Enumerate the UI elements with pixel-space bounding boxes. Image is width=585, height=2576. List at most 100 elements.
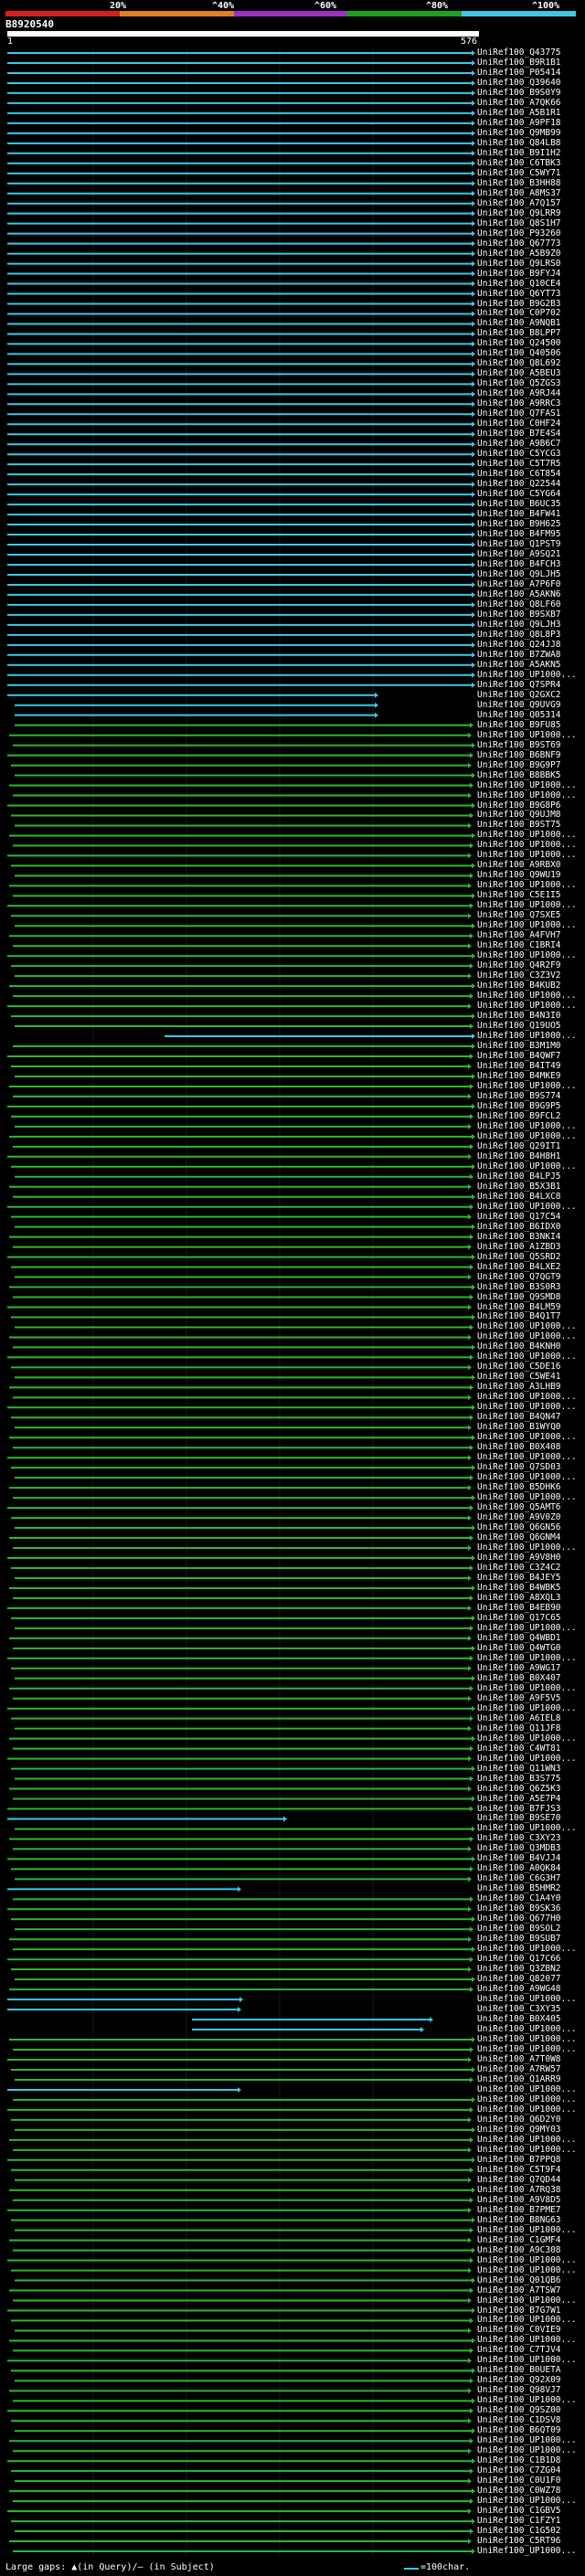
- hit-label[interactable]: UniRef100_B3NKI4: [477, 1232, 585, 1242]
- hit-label[interactable]: UniRef100_C5T9F4: [477, 2165, 585, 2175]
- hit-label[interactable]: UniRef100_Q4WBD1: [477, 1633, 585, 1643]
- hit-label[interactable]: UniRef100_A5AKN5: [477, 660, 585, 670]
- hit-label[interactable]: UniRef100_Q67773: [477, 239, 585, 249]
- hit-label[interactable]: UniRef100_B4H8H1: [477, 1151, 585, 1161]
- hit-label[interactable]: UniRef100_B5X3B1: [477, 1182, 585, 1192]
- hit-label[interactable]: UniRef100_Q1PST9: [477, 539, 585, 549]
- hit-label[interactable]: UniRef100_C1DSV8: [477, 2415, 585, 2425]
- hit-label[interactable]: UniRef100_B4WBK5: [477, 1583, 585, 1593]
- hit-label[interactable]: UniRef100_A7TSW7: [477, 2285, 585, 2295]
- hit-label[interactable]: UniRef100_A9RBX0: [477, 860, 585, 870]
- hit-label[interactable]: UniRef100_Q4R2F9: [477, 960, 585, 970]
- hit-label[interactable]: UniRef100_Q24JJ8: [477, 640, 585, 650]
- hit-label[interactable]: UniRef100_Q7SD03: [477, 1462, 585, 1472]
- hit-label[interactable]: UniRef100_UP1000...: [477, 1472, 585, 1482]
- hit-label[interactable]: UniRef100_B4FCH3: [477, 559, 585, 569]
- hit-label[interactable]: UniRef100_A9V8D5: [477, 2195, 585, 2205]
- hit-label[interactable]: UniRef100_A7P6F0: [477, 579, 585, 589]
- hit-label[interactable]: UniRef100_C6G3H7: [477, 1873, 585, 1883]
- hit-label[interactable]: UniRef100_UP1000...: [477, 950, 585, 960]
- hit-label[interactable]: UniRef100_B4KNH0: [477, 1341, 585, 1352]
- hit-label[interactable]: UniRef100_B4LXC8: [477, 1192, 585, 1202]
- hit-label[interactable]: UniRef100_UP1000...: [477, 1944, 585, 1954]
- hit-label[interactable]: UniRef100_A9NQB1: [477, 318, 585, 328]
- hit-label[interactable]: UniRef100_Q5ZGS3: [477, 378, 585, 388]
- hit-label[interactable]: UniRef100_Q7SXE5: [477, 910, 585, 920]
- hit-label[interactable]: UniRef100_B4IT49: [477, 1061, 585, 1071]
- hit-label[interactable]: UniRef100_UP1000...: [477, 1331, 585, 1341]
- hit-label[interactable]: UniRef100_Q3ZBN2: [477, 1964, 585, 1974]
- hit-label[interactable]: UniRef100_UP1000...: [477, 2546, 585, 2556]
- hit-label[interactable]: UniRef100_UP1000...: [477, 830, 585, 840]
- hit-label[interactable]: UniRef100_B0UETA: [477, 2365, 585, 2375]
- hit-label[interactable]: UniRef100_C0P702: [477, 308, 585, 318]
- hit-label[interactable]: UniRef100_A4FVH7: [477, 930, 585, 940]
- hit-label[interactable]: UniRef100_C1GMF4: [477, 2235, 585, 2245]
- hit-label[interactable]: UniRef100_UP1000...: [477, 991, 585, 1001]
- hit-label[interactable]: UniRef100_A9RRC3: [477, 398, 585, 408]
- hit-label[interactable]: UniRef100_B6IDX0: [477, 1222, 585, 1232]
- hit-label[interactable]: UniRef100_A5AKN6: [477, 589, 585, 599]
- hit-label[interactable]: UniRef100_UP1000...: [477, 2395, 585, 2405]
- hit-label[interactable]: UniRef100_Q8L692: [477, 358, 585, 368]
- hit-label[interactable]: UniRef100_A1ZBD3: [477, 1242, 585, 1252]
- hit-label[interactable]: UniRef100_A8MS37: [477, 188, 585, 198]
- hit-label[interactable]: UniRef100_B4MKE9: [477, 1071, 585, 1081]
- hit-label[interactable]: UniRef100_C5WE41: [477, 1372, 585, 1382]
- hit-label[interactable]: UniRef100_B4JEY5: [477, 1573, 585, 1583]
- hit-label[interactable]: UniRef100_UP1000...: [477, 780, 585, 790]
- hit-label[interactable]: UniRef100_B4LXE2: [477, 1262, 585, 1272]
- hit-label[interactable]: UniRef100_C5YG64: [477, 489, 585, 499]
- hit-label[interactable]: UniRef100_C6TBK3: [477, 158, 585, 168]
- hit-label[interactable]: UniRef100_B0X405: [477, 2014, 585, 2024]
- hit-label[interactable]: UniRef100_UP1000...: [477, 900, 585, 910]
- hit-label[interactable]: UniRef100_UP1000...: [477, 2496, 585, 2506]
- hit-label[interactable]: UniRef100_UP1000...: [477, 1703, 585, 1713]
- hit-label[interactable]: UniRef100_B9SXB7: [477, 610, 585, 620]
- hit-label[interactable]: UniRef100_Q11WN3: [477, 1764, 585, 1774]
- hit-label[interactable]: UniRef100_B4LPJ5: [477, 1171, 585, 1182]
- hit-label[interactable]: UniRef100_Q9UJM8: [477, 810, 585, 820]
- hit-label[interactable]: UniRef100_UP1000...: [477, 2145, 585, 2155]
- hit-label[interactable]: UniRef100_C7TJV4: [477, 2345, 585, 2355]
- hit-label[interactable]: UniRef100_B4QWF7: [477, 1051, 585, 1061]
- hit-label[interactable]: UniRef100_B9G9P7: [477, 760, 585, 770]
- hit-label[interactable]: UniRef100_A5E7P4: [477, 1794, 585, 1804]
- hit-label[interactable]: UniRef100_Q1ARR9: [477, 2074, 585, 2084]
- hit-label[interactable]: UniRef100_Q8LF60: [477, 599, 585, 610]
- hit-label[interactable]: UniRef100_UP1000...: [477, 1623, 585, 1633]
- hit-label[interactable]: UniRef100_B9G2B3: [477, 299, 585, 309]
- hit-label[interactable]: UniRef100_B7E4S4: [477, 429, 585, 439]
- hit-label[interactable]: UniRef100_Q9LRR9: [477, 208, 585, 218]
- hit-label[interactable]: UniRef100_A9V0Z0: [477, 1512, 585, 1522]
- hit-label[interactable]: UniRef100_UP1000...: [477, 1392, 585, 1402]
- hit-label[interactable]: UniRef100_A5B1R1: [477, 108, 585, 118]
- hit-label[interactable]: UniRef100_UP1000...: [477, 1031, 585, 1041]
- hit-label[interactable]: UniRef100_Q9LRS0: [477, 259, 585, 269]
- hit-label[interactable]: UniRef100_C3Z3V2: [477, 970, 585, 981]
- hit-label[interactable]: UniRef100_B9ST75: [477, 820, 585, 830]
- hit-label[interactable]: UniRef100_B8BBK5: [477, 770, 585, 780]
- hit-label[interactable]: UniRef100_B9FYJ4: [477, 269, 585, 279]
- hit-label[interactable]: UniRef100_Q6Z5K3: [477, 1784, 585, 1794]
- hit-label[interactable]: UniRef100_B4EB90: [477, 1603, 585, 1613]
- hit-label[interactable]: UniRef100_B6UC35: [477, 499, 585, 509]
- hit-label[interactable]: UniRef100_B3S775: [477, 1774, 585, 1784]
- hit-label[interactable]: UniRef100_C7ZG04: [477, 2465, 585, 2475]
- hit-label[interactable]: UniRef100_UP1000...: [477, 880, 585, 890]
- hit-label[interactable]: UniRef100_Q9UVG9: [477, 700, 585, 710]
- hit-label[interactable]: UniRef100_B8NG63: [477, 2215, 585, 2225]
- hit-label[interactable]: UniRef100_B9ST69: [477, 740, 585, 750]
- hit-label[interactable]: UniRef100_B0X407: [477, 1673, 585, 1683]
- hit-label[interactable]: UniRef100_UP1000...: [477, 1202, 585, 1212]
- hit-label[interactable]: UniRef100_A9RJ44: [477, 388, 585, 398]
- hit-label[interactable]: UniRef100_B9S0Y9: [477, 88, 585, 98]
- hit-label[interactable]: UniRef100_C5YCG3: [477, 449, 585, 459]
- hit-label[interactable]: UniRef100_UP1000...: [477, 2225, 585, 2235]
- hit-label[interactable]: UniRef100_B4QN47: [477, 1412, 585, 1422]
- hit-label[interactable]: UniRef100_A9C308: [477, 2245, 585, 2255]
- hit-label[interactable]: UniRef100_Q6GNM4: [477, 1532, 585, 1542]
- hit-label[interactable]: UniRef100_B3S0R3: [477, 1282, 585, 1292]
- hit-label[interactable]: UniRef100_Q9LJH5: [477, 569, 585, 579]
- hit-label[interactable]: UniRef100_B9FCL2: [477, 1111, 585, 1121]
